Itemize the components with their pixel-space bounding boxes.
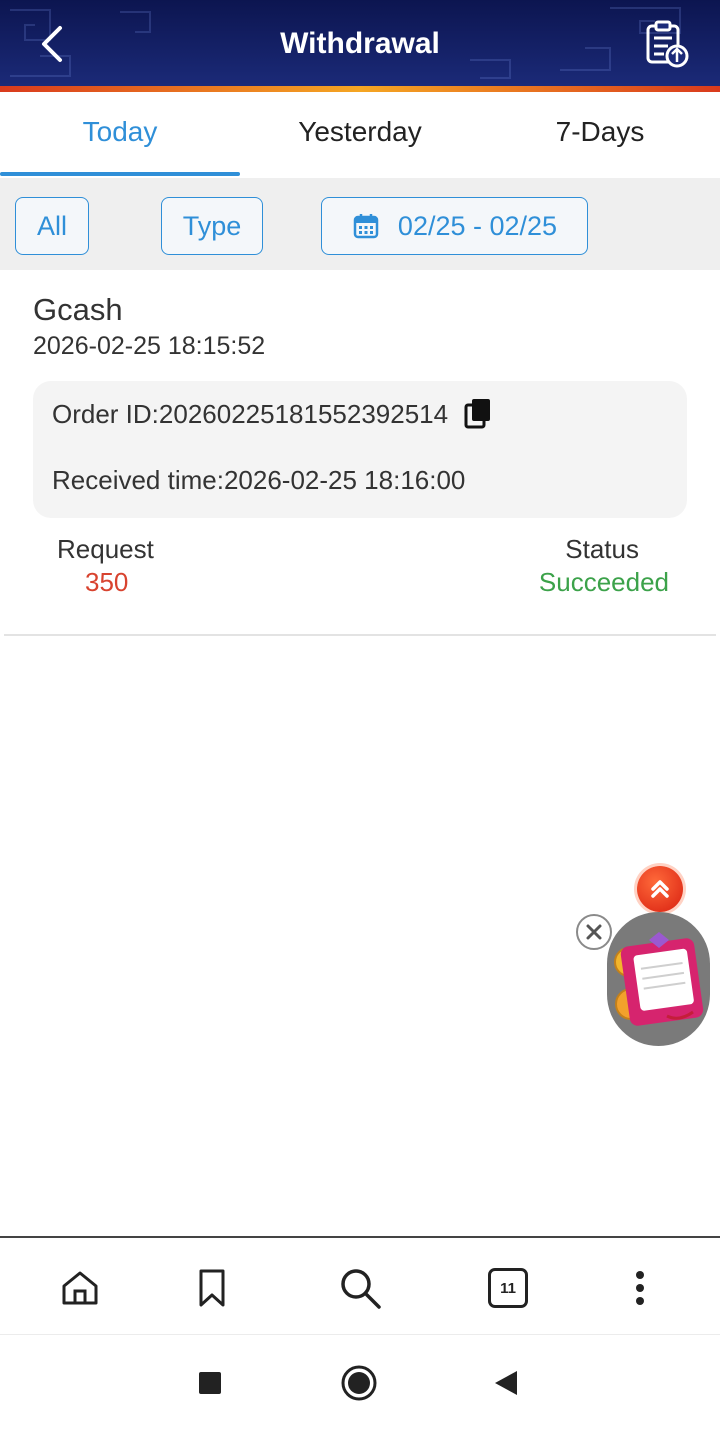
report-button[interactable]	[640, 18, 692, 70]
clipboard-upload-icon	[646, 20, 689, 68]
received-time: Received time:2026-02-25 18:16:00	[52, 465, 466, 495]
order-id: Order ID:20260225181552392514	[52, 398, 449, 429]
square-icon	[199, 1372, 221, 1394]
circle-icon	[341, 1365, 377, 1401]
record-datetime: 2026-02-25 18:15:52	[33, 332, 266, 360]
bookmark-button[interactable]	[188, 1264, 236, 1312]
tab-today[interactable]: Today	[0, 92, 240, 178]
close-icon	[586, 924, 602, 940]
payment-method: Gcash	[33, 292, 123, 327]
status-value: Succeeded	[538, 567, 669, 597]
status-label: Status	[565, 534, 639, 564]
filter-type-button[interactable]: Type	[161, 197, 263, 255]
date-tabs: Today Yesterday 7-Days	[0, 92, 720, 178]
search-icon	[341, 1269, 381, 1309]
gift-book-icon	[614, 932, 704, 1026]
home-icon	[62, 1271, 98, 1305]
filter-bar: All Type 02/25 - 02/25	[0, 178, 720, 270]
tabs-button[interactable]: 11	[484, 1264, 532, 1312]
tab-7-days[interactable]: 7-Days	[480, 92, 720, 178]
search-button[interactable]	[336, 1264, 384, 1312]
filter-all-button[interactable]: All	[15, 197, 89, 255]
promo-close-button[interactable]	[576, 914, 612, 950]
copy-icon[interactable]	[464, 397, 494, 431]
more-vertical-icon	[636, 1271, 644, 1305]
triangle-back-icon	[495, 1371, 517, 1395]
tabs-count: 11	[488, 1268, 528, 1308]
system-nav-bar	[0, 1334, 720, 1430]
page-title: Withdrawal	[280, 27, 440, 60]
request-amount: 350	[85, 567, 129, 597]
withdrawal-record: Gcash 2026-02-25 18:15:52 Order ID:20260…	[0, 270, 720, 636]
record-details: Order ID:20260225181552392514 Received t…	[33, 381, 687, 518]
bookmark-icon	[199, 1269, 225, 1307]
promo-widget[interactable]	[607, 912, 710, 1046]
scroll-top-button[interactable]	[637, 866, 683, 912]
system-back-button[interactable]	[486, 1363, 526, 1403]
recents-button[interactable]	[190, 1363, 230, 1403]
date-range-button[interactable]: 02/25 - 02/25	[321, 197, 588, 255]
date-range-label: 02/25 - 02/25	[397, 210, 558, 241]
record-divider	[4, 634, 716, 636]
calendar-icon	[353, 214, 379, 239]
double-chevron-up-icon	[651, 880, 669, 898]
browser-toolbar: 11	[0, 1236, 720, 1334]
home-button[interactable]	[56, 1264, 104, 1312]
app-header: Withdrawal	[0, 0, 720, 86]
tab-yesterday[interactable]: Yesterday	[240, 92, 480, 178]
order-id-row: Order ID:20260225181552392514	[52, 397, 494, 431]
system-home-button[interactable]	[339, 1363, 379, 1403]
more-menu-button[interactable]	[616, 1264, 664, 1312]
request-label: Request	[57, 534, 154, 564]
